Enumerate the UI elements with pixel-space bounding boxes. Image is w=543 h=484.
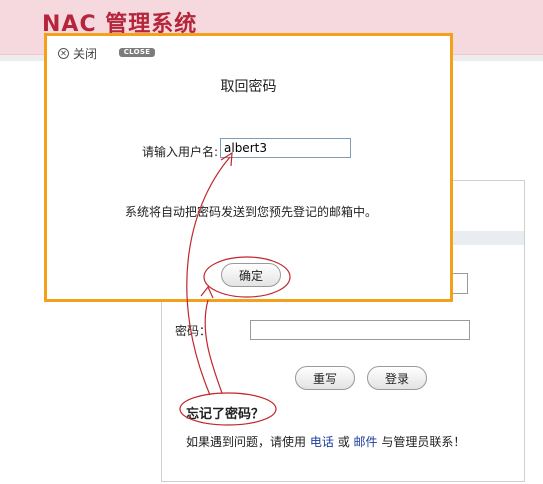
contact-or: 或 (337, 435, 350, 449)
username-label: 请输入用户名: (142, 145, 219, 159)
close-icon[interactable]: ✕ (58, 48, 69, 59)
close-badge[interactable]: CLOSE (119, 48, 155, 57)
contact-suffix: 与管理员联系！ (381, 435, 466, 449)
confirm-button[interactable]: 确定 (221, 263, 281, 287)
forgot-password-link[interactable]: 忘记了密码？ (186, 403, 264, 422)
password-label: 密码： (175, 324, 212, 338)
reset-button[interactable]: 重写 (295, 366, 355, 390)
email-notice: 系统将自动把密码发送到您预先登记的邮箱中。 (125, 205, 378, 219)
contact-prefix: 如果遇到问题，请使用 (186, 435, 307, 449)
mail-link[interactable]: 邮件 (354, 435, 378, 449)
username-input[interactable]: albert3 (220, 138, 351, 158)
close-label[interactable]: 关闭 (73, 45, 97, 62)
retrieve-password-dialog: ✕ 关闭 CLOSE 取回密码 请输入用户名: albert3 系统将自动把密码… (44, 33, 453, 302)
contact-line: 如果遇到问题，请使用 电话 或 邮件 与管理员联系！ (186, 433, 465, 450)
phone-link[interactable]: 电话 (310, 435, 334, 449)
login-button[interactable]: 登录 (367, 366, 427, 390)
dialog-title: 取回密码 (220, 79, 277, 95)
password-field[interactable] (250, 320, 470, 340)
close-button[interactable]: ✕ 关闭 (58, 45, 97, 62)
